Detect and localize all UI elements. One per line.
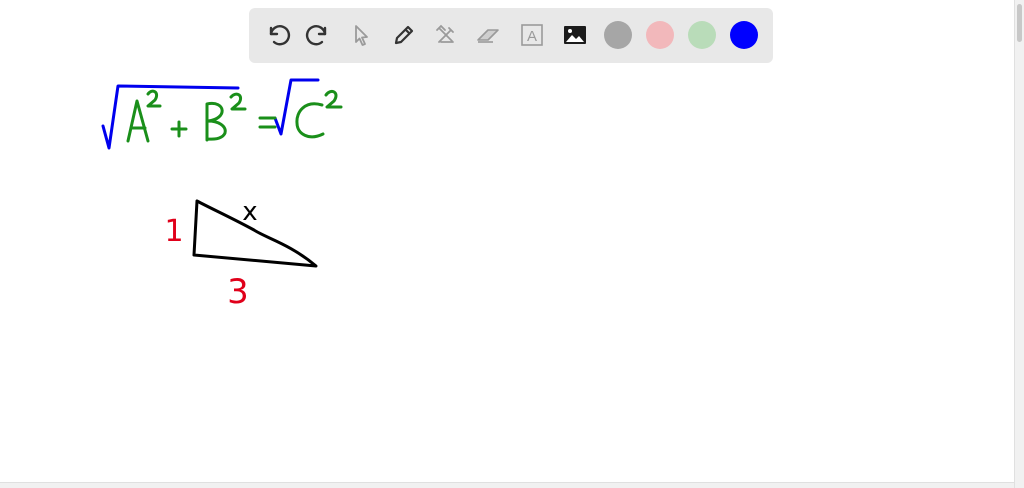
left-side-label: 1 [164, 214, 183, 249]
vertical-scrollbar[interactable] [1014, 0, 1024, 488]
equation-handwriting [126, 89, 343, 143]
bottom-side-label: 3 [227, 272, 249, 312]
pythagorean-equation [101, 78, 343, 150]
right-triangle-drawing: x 1 3 [164, 197, 318, 312]
whiteboard-canvas[interactable]: x 1 3 [0, 0, 1014, 482]
vertical-scrollbar-thumb[interactable] [1017, 4, 1022, 42]
hypotenuse-label: x [242, 197, 257, 227]
horizontal-scrollbar[interactable] [0, 482, 1014, 488]
